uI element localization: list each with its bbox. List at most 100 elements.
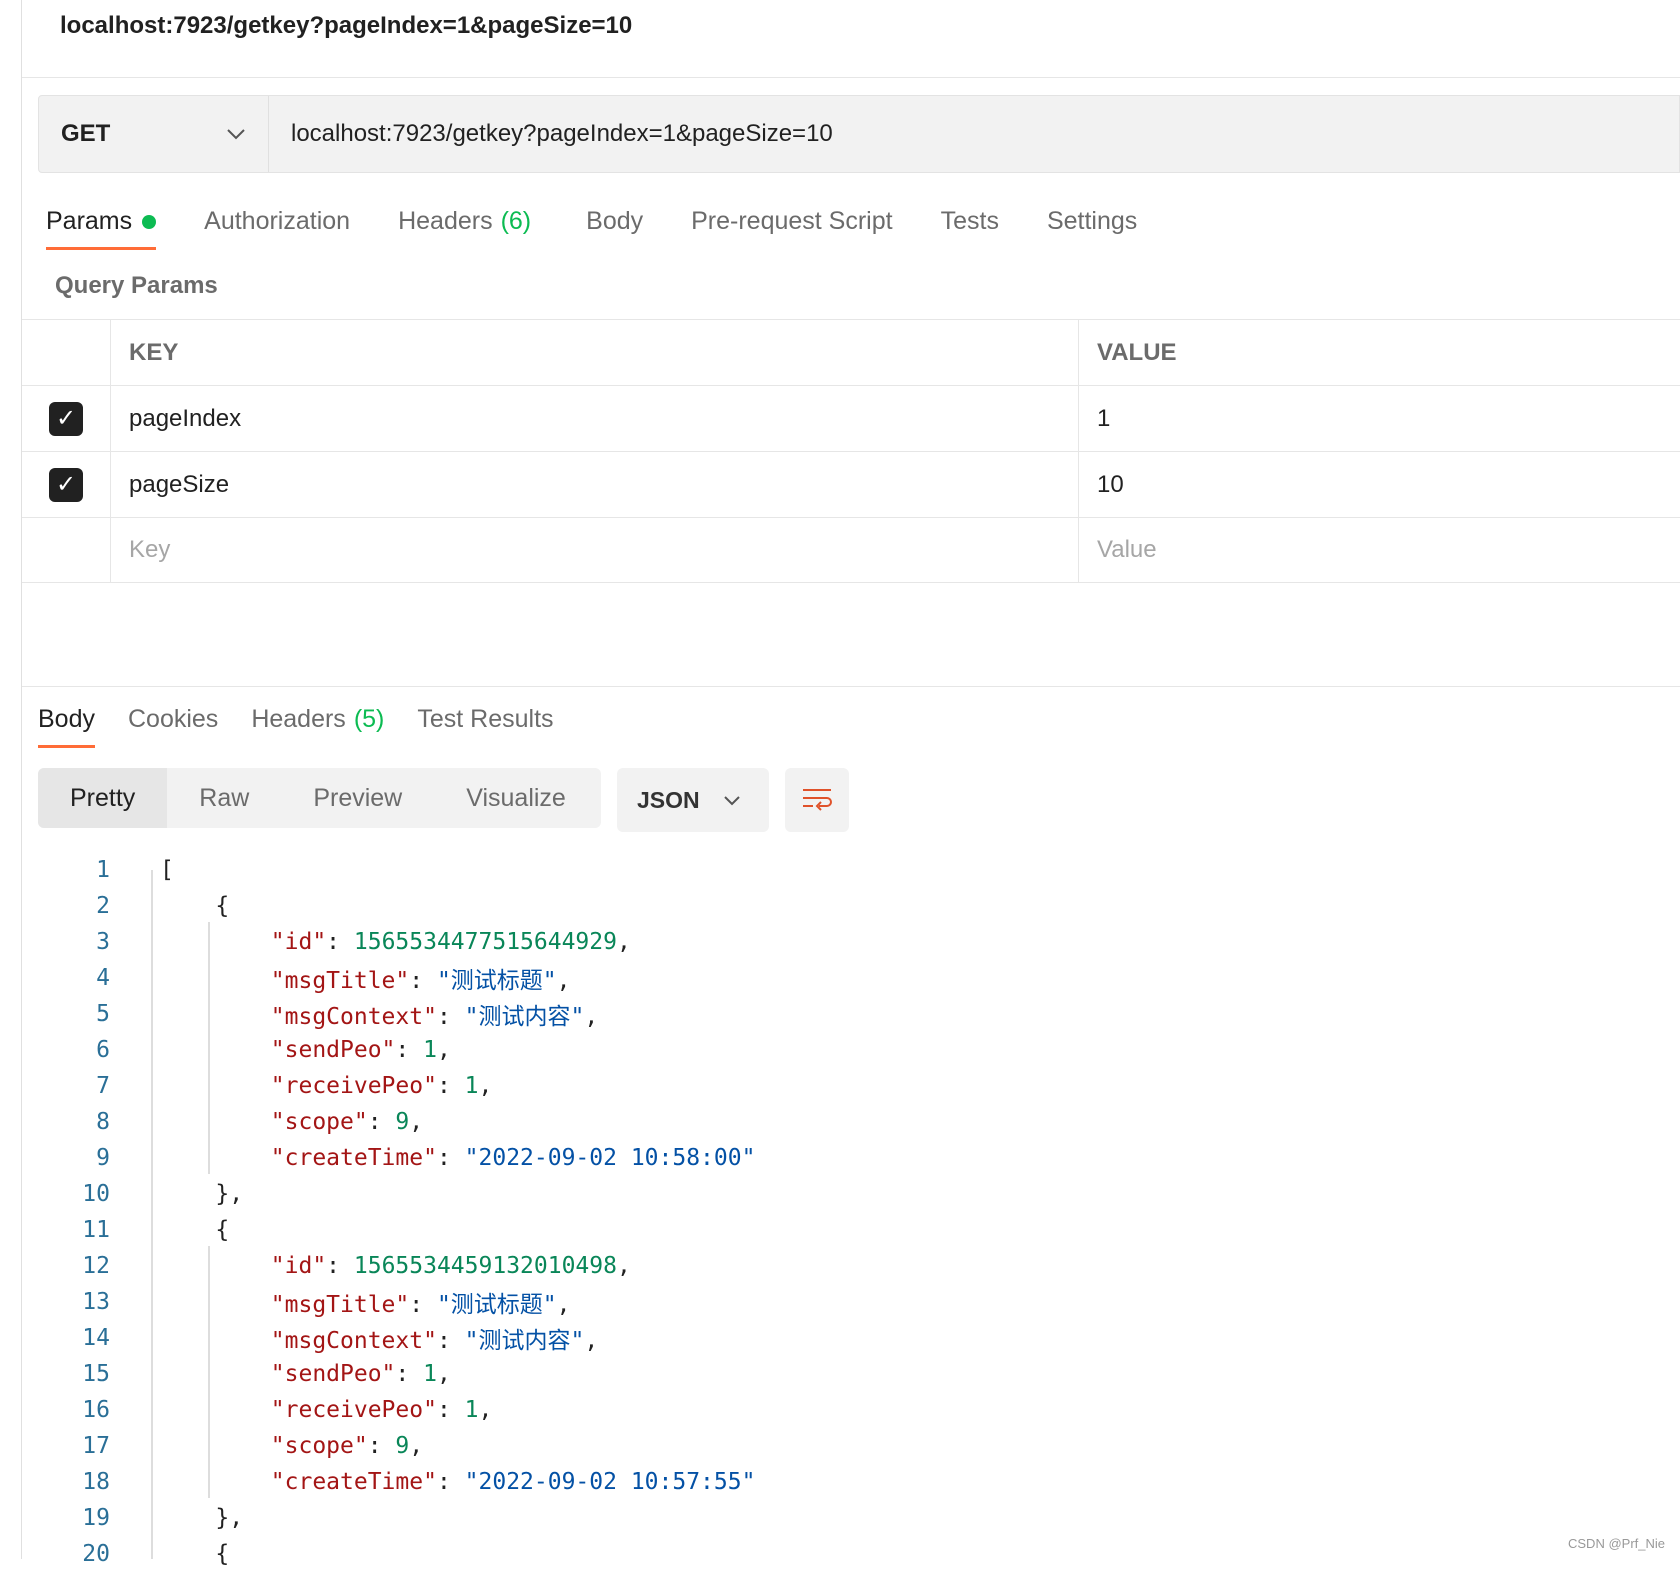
code-token: "测试标题" xyxy=(436,1292,557,1318)
pretty-button[interactable]: Pretty xyxy=(38,768,168,828)
line-number: 13 xyxy=(82,1289,110,1315)
line-number: 17 xyxy=(82,1433,110,1459)
code-token: { xyxy=(160,893,230,919)
code-line: 15 "sendPeo": 1, xyxy=(0,1356,755,1392)
param-value[interactable]: 1 xyxy=(1079,405,1680,433)
tab-headers[interactable]: Headers (6) xyxy=(398,207,531,250)
code-token: "msgContext" xyxy=(160,1328,437,1354)
param-value[interactable]: 10 xyxy=(1079,471,1680,499)
code-token: "2022-09-02 10:58:00" xyxy=(464,1145,756,1171)
table-row: ✓ pageSize 10 xyxy=(22,451,1680,517)
code-line: 19 }, xyxy=(0,1500,755,1536)
tab-settings[interactable]: Settings xyxy=(1047,207,1137,250)
code-token: , xyxy=(556,1292,571,1318)
code-token: 9 xyxy=(395,1109,410,1135)
code-token: 1 xyxy=(464,1073,479,1099)
preview-button[interactable]: Preview xyxy=(281,768,434,828)
tab-headers[interactable]: Headers (5) xyxy=(251,705,384,748)
tab-tests[interactable]: Tests xyxy=(941,207,999,250)
query-params-table: KEY VALUE ✓ pageIndex 1 ✓ pageSize 10 Ke… xyxy=(22,319,1680,583)
tab-test-results[interactable]: Test Results xyxy=(417,705,553,748)
code-token: , xyxy=(478,1397,493,1423)
tab-pre-request-script[interactable]: Pre-request Script xyxy=(691,207,892,250)
format-select[interactable]: JSON xyxy=(617,768,769,832)
wrap-icon xyxy=(803,789,832,811)
code-line: 3 "id": 1565534477515644929, xyxy=(0,924,755,960)
tab-label: Body xyxy=(586,207,644,235)
param-key[interactable]: pageIndex xyxy=(111,386,1079,451)
code-token: "测试内容" xyxy=(464,1328,585,1354)
line-number: 10 xyxy=(82,1181,110,1207)
param-checkbox[interactable]: ✓ xyxy=(49,401,83,436)
code-token: , xyxy=(616,929,631,955)
key-header: KEY xyxy=(111,320,1079,385)
code-token: : xyxy=(436,1328,465,1354)
line-number: 7 xyxy=(96,1073,110,1099)
code-token: : xyxy=(326,1253,354,1279)
code-token: "msgContext" xyxy=(160,1004,437,1030)
tab-label: Pre-request Script xyxy=(691,207,893,235)
line-number: 9 xyxy=(96,1145,110,1171)
param-checkbox[interactable]: ✓ xyxy=(49,467,83,502)
code-token: , xyxy=(409,1109,424,1135)
tab-body[interactable]: Body xyxy=(38,705,95,748)
tab-label: Cookies xyxy=(127,705,219,733)
method-label: GET xyxy=(61,120,111,147)
code-token: : xyxy=(436,1073,465,1099)
url-input[interactable]: localhost:7923/getkey?pageIndex=1&pageSi… xyxy=(269,96,833,172)
response-tabs: Body Cookies Headers (5) Test Results xyxy=(38,705,554,748)
tab-body[interactable]: Body xyxy=(586,207,643,250)
tab-params[interactable]: Params xyxy=(46,207,157,250)
response-body: 1[2 {3 "id": 1565534477515644929, 4 "msgT… xyxy=(0,852,755,1572)
code-token: : xyxy=(409,1292,437,1318)
code-token: : xyxy=(436,1397,465,1423)
method-select[interactable]: GET xyxy=(39,96,269,172)
code-token: : xyxy=(436,1145,465,1171)
code-token: "msgTitle" xyxy=(160,1292,410,1318)
code-token: "receivePeo" xyxy=(160,1073,437,1099)
code-token: "id" xyxy=(160,1253,327,1279)
code-token: "测试内容" xyxy=(464,1004,585,1030)
line-number: 5 xyxy=(96,1001,110,1027)
code-line: 5 "msgContext": "测试内容", xyxy=(0,996,755,1032)
visualize-button[interactable]: Visualize xyxy=(434,768,598,828)
code-line: 1[ xyxy=(0,852,755,888)
code-line: 14 "msgContext": "测试内容", xyxy=(0,1320,755,1356)
new-value-input[interactable]: Value xyxy=(1079,536,1680,564)
code-token: { xyxy=(160,1217,230,1243)
code-token: 1 xyxy=(423,1361,437,1387)
code-token: : xyxy=(436,1004,465,1030)
line-number: 1 xyxy=(96,857,110,883)
new-key-input[interactable]: Key xyxy=(111,518,1079,582)
code-token: "id" xyxy=(160,929,327,955)
line-number: 19 xyxy=(82,1505,110,1531)
tab-label: Headers xyxy=(398,207,493,235)
code-token: : xyxy=(326,929,354,955)
param-key[interactable]: pageSize xyxy=(111,452,1079,517)
line-number: 3 xyxy=(96,929,110,955)
code-token: 1565534477515644929 xyxy=(353,929,617,955)
code-line: 12 "id": 1565534459132010498, xyxy=(0,1248,755,1284)
code-token: }, xyxy=(160,1505,244,1531)
code-token: , xyxy=(584,1328,599,1354)
tab-label: Tests xyxy=(940,207,999,235)
tab-authorization[interactable]: Authorization xyxy=(204,207,350,250)
code-token: , xyxy=(436,1361,451,1387)
tab-label: Params xyxy=(46,207,133,235)
line-number: 6 xyxy=(96,1037,110,1063)
code-line: 7 "receivePeo": 1, xyxy=(0,1068,755,1104)
table-row: ✓ pageIndex 1 xyxy=(22,385,1680,451)
code-line: 18 "createTime": "2022-09-02 10:57:55" xyxy=(0,1464,755,1500)
code-line: 9 "createTime": "2022-09-02 10:58:00" xyxy=(0,1140,755,1176)
code-token: "scope" xyxy=(160,1433,368,1459)
line-number: 8 xyxy=(96,1109,110,1135)
code-line: 10 }, xyxy=(0,1176,755,1212)
raw-button[interactable]: Raw xyxy=(167,768,281,828)
wrap-lines-button[interactable] xyxy=(785,768,849,832)
request-tabs: Params Authorization Headers (6) Body Pre-req… xyxy=(46,207,1137,250)
code-token: , xyxy=(556,968,571,994)
code-token: "2022-09-02 10:57:55" xyxy=(464,1469,756,1495)
code-token: "sendPeo" xyxy=(160,1037,396,1063)
tab-cookies[interactable]: Cookies xyxy=(128,705,218,748)
code-token: 1565534459132010498 xyxy=(353,1253,617,1279)
